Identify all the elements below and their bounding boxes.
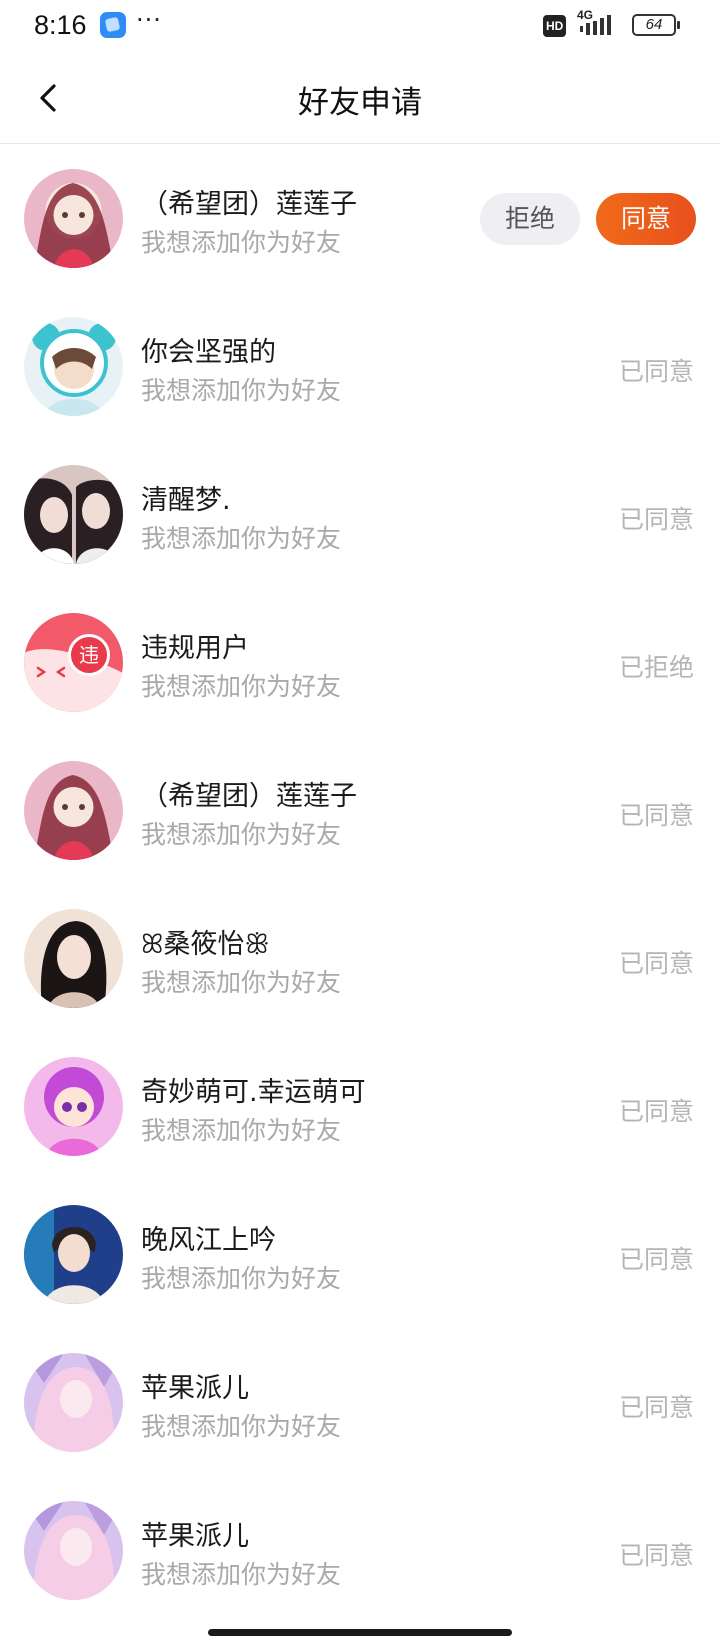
request-status: 已同意 [618,1097,694,1126]
user-avatar[interactable] [24,465,123,564]
friend-request-row[interactable]: 晚风江上吟 我想添加你为好友 已同意 [0,1180,720,1328]
app-notification-icon [100,12,126,38]
request-status: 已拒绝 [618,653,694,682]
request-status: 已同意 [618,1541,694,1570]
friend-request-row[interactable]: 你会坚强的 我想添加你为好友 已同意 [0,292,720,440]
status-time: 8:16 [34,10,87,40]
user-avatar[interactable] [24,761,123,860]
request-message: 我想添加你为好友 [141,672,342,701]
user-avatar[interactable] [24,1353,123,1452]
friend-request-row[interactable]: 苹果派儿 我想添加你为好友 已同意 [0,1328,720,1476]
request-message: 我想添加你为好友 [141,524,342,553]
friend-request-row[interactable]: 奇妙萌可.幸运萌可 我想添加你为好友 已同意 [0,1032,720,1180]
violation-badge: 违 [68,634,110,676]
request-username: ꕤ桑筱怡ꕥ [141,929,270,960]
request-message: 我想添加你为好友 [141,1560,342,1589]
user-avatar[interactable] [24,1501,123,1600]
request-status: 已同意 [618,357,694,386]
request-username: 清醒梦. [141,485,231,516]
request-message: 我想添加你为好友 [141,820,342,849]
friend-request-row[interactable]: 清醒梦. 我想添加你为好友 已同意 [0,440,720,588]
request-message: 我想添加你为好友 [141,1412,342,1441]
request-username: 晚风江上吟 [141,1225,276,1256]
request-status: 已同意 [618,1245,694,1274]
user-avatar[interactable] [24,317,123,416]
accept-button[interactable]: 同意 [596,193,696,245]
user-avatar[interactable] [24,169,123,268]
user-avatar[interactable] [24,1057,123,1156]
friend-request-row[interactable]: 苹果派儿 我想添加你为好友 已同意 [0,1476,720,1624]
request-status: 已同意 [618,949,694,978]
request-status: 已同意 [618,505,694,534]
request-message: 我想添加你为好友 [141,968,342,997]
friend-request-row[interactable]: ꕤ桑筱怡ꕥ 我想添加你为好友 已同意 [0,884,720,1032]
request-message: 我想添加你为好友 [141,1264,342,1293]
status-bar: 8:16 ··· HD 4G 64 [0,0,720,52]
home-indicator[interactable] [208,1629,512,1636]
friend-request-row[interactable]: （希望团）莲莲子 我想添加你为好友 已同意 [0,736,720,884]
friend-request-row[interactable]: 违 违规用户 我想添加你为好友 已拒绝 [0,588,720,736]
request-username: （希望团）莲莲子 [141,189,357,220]
more-notifications-icon: ··· [136,6,162,34]
navigation-bar: 好友申请 [0,52,720,144]
signal-strength-icon [580,15,611,35]
friend-request-row[interactable]: （希望团）莲莲子 我想添加你为好友 拒绝 同意 [0,144,720,292]
request-status: 已同意 [618,1393,694,1422]
battery-icon: 64 [632,14,680,36]
request-username: 苹果派儿 [141,1373,249,1404]
reject-button[interactable]: 拒绝 [480,193,580,245]
hd-voice-icon: HD [543,15,567,37]
request-username: （希望团）莲莲子 [141,781,357,812]
friend-request-list: （希望团）莲莲子 我想添加你为好友 拒绝 同意 你会坚强的 我想添加你为好友 已… [0,144,720,1624]
request-message: 我想添加你为好友 [141,376,342,405]
user-avatar[interactable]: 违 [24,613,123,712]
request-username: 奇妙萌可.幸运萌可 [141,1077,366,1108]
request-username: 违规用户 [141,633,249,664]
request-message: 我想添加你为好友 [141,1116,342,1145]
request-status: 已同意 [618,801,694,830]
request-message: 我想添加你为好友 [141,228,342,257]
request-username: 苹果派儿 [141,1521,249,1552]
request-username: 你会坚强的 [141,337,276,368]
user-avatar[interactable] [24,909,123,1008]
page-title: 好友申请 [298,85,422,121]
user-avatar[interactable] [24,1205,123,1304]
